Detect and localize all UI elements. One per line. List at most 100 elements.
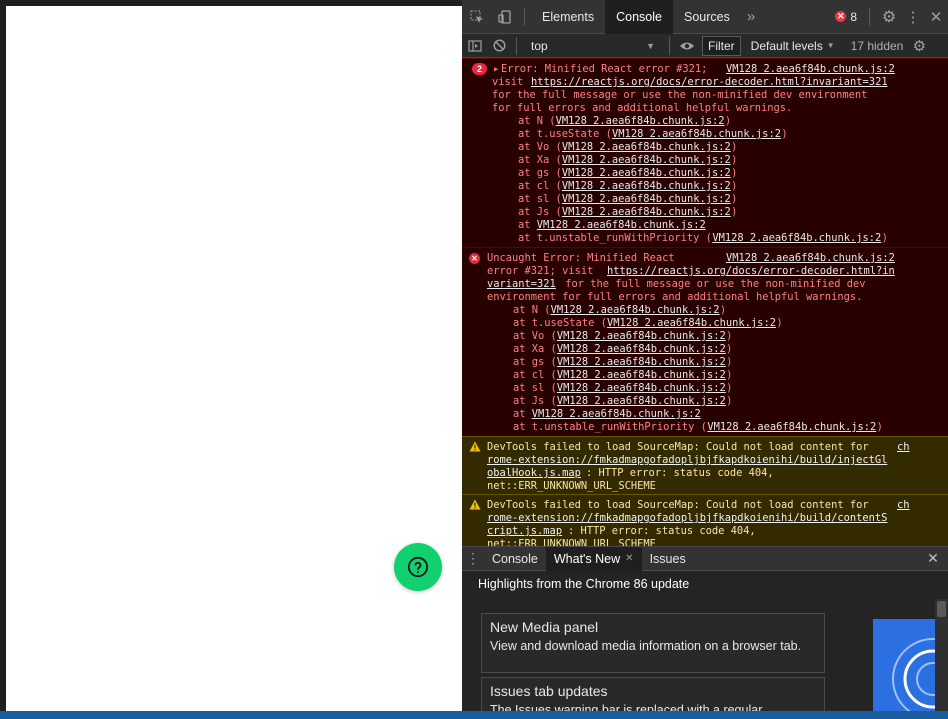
stack-frame-link[interactable]: VM128 2.aea6f84b.chunk.js:2 <box>562 154 731 167</box>
console-uncaught-error-message[interactable]: ✕ Uncaught Error: Minified React VM128 2… <box>462 247 948 436</box>
drawer-scrollbar[interactable] <box>935 599 948 711</box>
stack-frame-paren: ) <box>726 330 733 342</box>
stack-frame-link[interactable]: VM128 2.aea6f84b.chunk.js:2 <box>562 167 731 180</box>
stack-frame-link[interactable]: VM128 2.aea6f84b.chunk.js:2 <box>612 128 781 141</box>
tab-sources[interactable]: Sources <box>673 0 741 34</box>
stack-frame-paren: ) <box>731 180 738 192</box>
question-circle-icon <box>407 556 429 578</box>
page-top-border <box>0 0 462 6</box>
stack-frame-link[interactable]: VM128 2.aea6f84b.chunk.js:2 <box>532 408 701 421</box>
sourcemap-link-end[interactable]: cript.js.map <box>487 525 562 538</box>
more-options-icon[interactable]: ⋮ <box>902 0 924 34</box>
sourcemap-link[interactable]: ch <box>897 441 910 454</box>
drawer-menu-icon[interactable]: ⋮ <box>462 547 484 571</box>
drawer-tab-issues[interactable]: Issues <box>642 547 694 571</box>
stack-frame-function: at cl ( <box>518 180 562 192</box>
feature-card-issues-tab[interactable]: Issues tab updates The Issues warning ba… <box>481 677 825 711</box>
feature-card-media-panel[interactable]: New Media panel View and download media … <box>481 613 825 673</box>
stack-frame-link[interactable]: VM128 2.aea6f84b.chunk.js:2 <box>557 382 726 395</box>
console-warning-message[interactable]: DevTools failed to load SourceMap: Could… <box>462 494 948 546</box>
stack-frame-link[interactable]: VM128 2.aea6f84b.chunk.js:2 <box>557 343 726 356</box>
error-message-line: for the full message or use the non-mini… <box>559 278 866 290</box>
stack-frame-link[interactable]: VM128 2.aea6f84b.chunk.js:2 <box>557 395 726 408</box>
warning-text: DevTools failed to load SourceMap: Could… <box>487 441 875 453</box>
repeat-count-badge: 2 <box>472 63 487 75</box>
warning-text: : HTTP error: status code 404, <box>586 467 774 479</box>
sidebar-toggle-icon[interactable] <box>462 34 488 58</box>
tab-elements[interactable]: Elements <box>531 0 605 34</box>
stack-frame-link[interactable]: VM128 2.aea6f84b.chunk.js:2 <box>562 193 731 206</box>
context-selector[interactable]: top ▼ <box>523 39 663 53</box>
toolbar-divider <box>516 36 517 55</box>
more-tabs-button[interactable]: » <box>741 0 761 34</box>
stack-frame-paren: ) <box>719 304 727 316</box>
stack-frame-link[interactable]: VM128 2.aea6f84b.chunk.js:2 <box>551 304 720 317</box>
error-message-line: for the full message or use the non-mini… <box>492 89 868 101</box>
console-error-message[interactable]: 2 ▸ Error: Minified React error #321; VM… <box>462 58 948 247</box>
stack-frame-link[interactable]: VM128 2.aea6f84b.chunk.js:2 <box>557 356 726 369</box>
tabbar-divider-2 <box>869 7 870 26</box>
error-text: Error: Minified React error #321; <box>501 63 708 75</box>
stack-frame-link[interactable]: VM128 2.aea6f84b.chunk.js:2 <box>712 232 881 245</box>
stack-frame-paren: ) <box>726 395 733 407</box>
whats-new-panel: Highlights from the Chrome 86 update New… <box>462 571 948 711</box>
close-drawer-icon[interactable]: ✕ <box>918 547 948 571</box>
context-value: top <box>531 38 548 53</box>
help-button[interactable] <box>394 543 442 591</box>
stack-frame-link[interactable]: VM128 2.aea6f84b.chunk.js:2 <box>557 369 726 382</box>
filter-input[interactable]: Filter <box>702 35 741 56</box>
stack-frame-link[interactable]: VM128 2.aea6f84b.chunk.js:2 <box>707 421 876 434</box>
stack-frame-link[interactable]: VM128 2.aea6f84b.chunk.js:2 <box>562 180 731 193</box>
console-warning-message[interactable]: DevTools failed to load SourceMap: Could… <box>462 436 948 494</box>
feature-card-title: New Media panel <box>490 619 599 635</box>
stack-frame-function: at t.useState ( <box>518 128 612 140</box>
screen: Elements Console Sources » ✕ 8 ⚙ ⋮ ✕ top <box>0 0 948 719</box>
stack-frame-link[interactable]: VM128 2.aea6f84b.chunk.js:2 <box>537 219 706 232</box>
drawer-tab-whats-new[interactable]: What's New ✕ <box>545 546 642 571</box>
error-circle-icon: ✕ <box>469 253 480 264</box>
tab-console[interactable]: Console <box>605 0 673 34</box>
sourcemap-link-cont[interactable]: rome-extension://fmkadmapgofadopljbjfkap… <box>487 512 887 525</box>
clear-console-icon[interactable] <box>488 34 510 58</box>
close-tab-icon[interactable]: ✕ <box>625 553 633 564</box>
error-source-link[interactable]: VM128 2.aea6f84b.chunk.js:2 <box>726 252 895 265</box>
stack-frame-link[interactable]: VM128 2.aea6f84b.chunk.js:2 <box>557 330 726 343</box>
sourcemap-link-end[interactable]: obalHook.js.map <box>487 467 581 480</box>
error-decoder-link[interactable]: https://reactjs.org/docs/error-decoder.h… <box>531 76 888 89</box>
stack-frame-paren: ) <box>726 343 733 355</box>
stack-frame-link[interactable]: VM128 2.aea6f84b.chunk.js:2 <box>562 141 731 154</box>
warning-triangle-icon <box>469 441 481 452</box>
stack-frame-link[interactable]: VM128 2.aea6f84b.chunk.js:2 <box>562 206 731 219</box>
warning-text: net::ERR_UNKNOWN_URL_SCHEME <box>487 480 656 492</box>
levels-arrow-icon: ▼ <box>826 41 835 50</box>
taskbar-strip <box>0 711 948 719</box>
stack-frame-paren: ) <box>776 317 783 329</box>
stack-frame-paren: ) <box>726 369 733 381</box>
stack-frame-link[interactable]: VM128 2.aea6f84b.chunk.js:2 <box>607 317 776 330</box>
error-text: Uncaught Error: Minified React <box>487 252 675 264</box>
stack-frame-function: at Xa ( <box>513 343 557 355</box>
hidden-messages-count: 17 hidden <box>850 38 904 53</box>
log-levels-dropdown[interactable]: Default levels <box>751 39 823 53</box>
stack-frame-link[interactable]: VM128 2.aea6f84b.chunk.js:2 <box>556 115 725 128</box>
sourcemap-link-cont[interactable]: rome-extension://fmkadmapgofadopljbjfkap… <box>487 454 887 467</box>
stack-frame-function: at N ( <box>518 115 556 127</box>
live-expression-eye-icon[interactable] <box>676 34 698 58</box>
drawer-tab-console[interactable]: Console <box>484 547 546 571</box>
error-decoder-link[interactable]: https://reactjs.org/docs/error-decoder.h… <box>607 265 895 278</box>
warning-text: net::ERR_UNKNOWN_URL_SCHEME <box>487 538 656 546</box>
error-decoder-link-cont[interactable]: variant=321 <box>487 278 556 291</box>
stack-frame-paren: ) <box>731 154 738 166</box>
inspect-element-icon[interactable] <box>462 0 492 34</box>
settings-gear-icon[interactable]: ⚙ <box>876 0 902 34</box>
promo-arcs-icon <box>892 638 935 711</box>
sourcemap-link[interactable]: ch <box>897 499 910 512</box>
console-settings-gear-icon[interactable]: ⚙ <box>907 34 931 58</box>
error-count-badge[interactable]: ✕ 8 <box>835 10 857 24</box>
close-devtools-icon[interactable]: ✕ <box>924 0 948 34</box>
stack-frame-paren: ) <box>726 356 733 368</box>
scrollbar-thumb[interactable] <box>937 601 946 617</box>
error-source-link[interactable]: VM128 2.aea6f84b.chunk.js:2 <box>726 63 895 76</box>
expand-triangle-icon[interactable]: ▸ <box>493 63 499 76</box>
device-toolbar-icon[interactable] <box>492 0 518 34</box>
